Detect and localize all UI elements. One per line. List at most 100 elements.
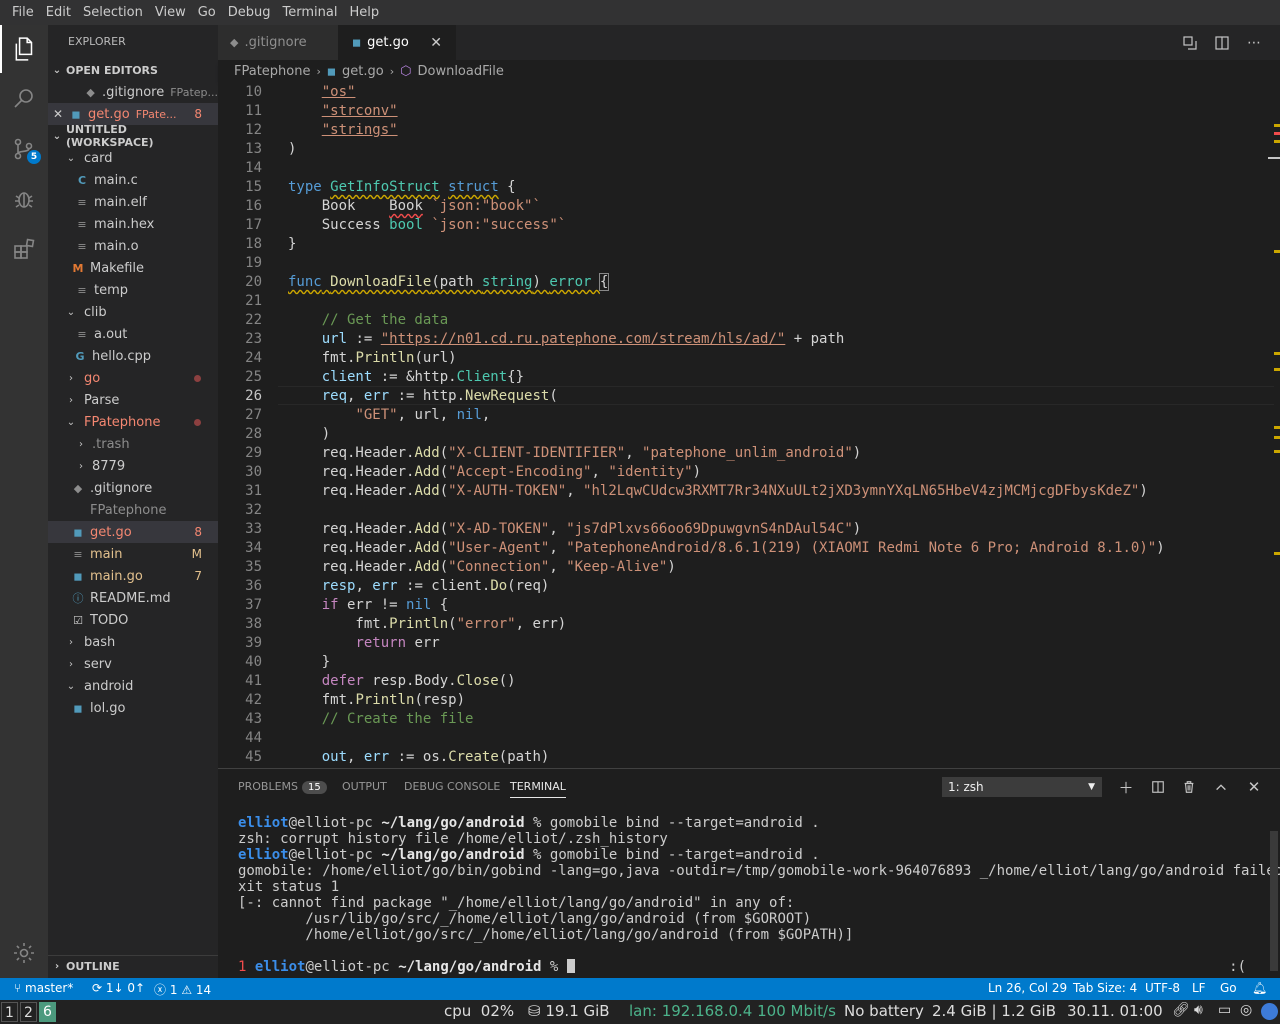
menu-edit[interactable]: Edit bbox=[40, 0, 77, 25]
gitignore-file-icon: ◆ bbox=[73, 481, 83, 495]
tree-file-makefile[interactable]: M Makefile bbox=[48, 257, 218, 279]
breadcrumb-symbol[interactable]: DownloadFile bbox=[417, 64, 503, 79]
tree-folder-clib[interactable]: ⌄ clib bbox=[48, 301, 218, 323]
open-editors-header[interactable]: ⌄ OPEN EDITORS bbox=[48, 59, 218, 81]
update-notifier-icon[interactable] bbox=[1261, 1003, 1278, 1020]
open-editor-gitignore[interactable]: ◆ .gitignore FPatep... bbox=[48, 81, 218, 103]
tree-file-gitignore[interactable]: ◆ .gitignore bbox=[48, 477, 218, 499]
link-icon[interactable]: 🔗︎ bbox=[1172, 1002, 1190, 1018]
cursor-position[interactable]: Ln 26, Col 29 bbox=[988, 981, 1067, 995]
settings-gear-icon[interactable] bbox=[0, 929, 48, 977]
terminal-select[interactable]: 1: zsh ▼ bbox=[942, 777, 1102, 797]
terminal-scrollbar[interactable] bbox=[1270, 831, 1278, 971]
menu-file[interactable]: File bbox=[6, 0, 40, 25]
source-control-icon[interactable]: 5 bbox=[0, 125, 48, 173]
tree-folder-8779[interactable]: › 8779 bbox=[48, 455, 218, 477]
line-number: 45 bbox=[245, 749, 262, 765]
branch-status[interactable]: ⑂ master* bbox=[14, 981, 73, 995]
breadcrumb-folder[interactable]: FPatephone bbox=[234, 64, 310, 79]
code-editor[interactable]: 10 11 12 13 14 15 16 17 18 19 20 21 22 2… bbox=[218, 82, 1280, 768]
tree-folder-go[interactable]: › go bbox=[48, 367, 218, 389]
go-file-icon: ◼ bbox=[73, 569, 83, 583]
tree-folder-card[interactable]: ⌄ card bbox=[48, 147, 218, 169]
explorer-icon[interactable] bbox=[0, 25, 48, 73]
workspace-6[interactable]: 6 bbox=[39, 1002, 56, 1022]
terminal-output[interactable]: elliot@elliot-pc ~/lang/go/android % gom… bbox=[238, 815, 1280, 975]
chevron-down-icon: ⌄ bbox=[66, 680, 76, 692]
line-number: 34 bbox=[245, 540, 262, 556]
tree-folder-parse[interactable]: › Parse bbox=[48, 389, 218, 411]
tree-folder-serv[interactable]: › serv bbox=[48, 653, 218, 675]
tab-gitignore[interactable]: ◆ .gitignore bbox=[218, 25, 338, 60]
menu-terminal[interactable]: Terminal bbox=[277, 0, 344, 25]
menu-view[interactable]: View bbox=[149, 0, 192, 25]
debug-icon[interactable] bbox=[0, 175, 48, 223]
menu-selection[interactable]: Selection bbox=[77, 0, 149, 25]
new-terminal-plus-icon[interactable]: ＋ bbox=[1116, 777, 1136, 797]
scm-badge: 5 bbox=[27, 150, 41, 164]
tab-terminal[interactable]: TERMINAL bbox=[510, 780, 566, 798]
tree-file-main-elf[interactable]: ≡ main.elf bbox=[48, 191, 218, 213]
end-of-line[interactable]: LF bbox=[1192, 981, 1206, 995]
tab-size[interactable]: Tab Size: 4 bbox=[1073, 981, 1137, 995]
sync-status[interactable]: ⟳ 1↓ 0↑ bbox=[92, 981, 145, 995]
tab-output[interactable]: OUTPUT bbox=[342, 780, 387, 793]
more-actions-icon[interactable]: ⋯ bbox=[1244, 33, 1264, 53]
tree-file-readme[interactable]: ⓘ README.md bbox=[48, 587, 218, 609]
open-editor-get-go[interactable]: ✕ ◼ get.go FPate... 8 bbox=[48, 103, 218, 125]
display-icon[interactable]: ▭ bbox=[1218, 1002, 1231, 1018]
code-line: "GET", url, nil, bbox=[355, 407, 491, 423]
close-tab-icon[interactable]: ✕ bbox=[430, 35, 442, 51]
line-number: 12 bbox=[245, 122, 262, 138]
problems-status[interactable]: ⓧ 1 ⚠ 14 bbox=[154, 981, 211, 998]
line-number: 19 bbox=[245, 255, 262, 271]
tree-folder-android[interactable]: ⌄ android bbox=[48, 675, 218, 697]
extensions-icon[interactable] bbox=[0, 225, 48, 273]
menu-help[interactable]: Help bbox=[343, 0, 385, 25]
open-changes-icon[interactable] bbox=[1180, 33, 1200, 53]
encoding[interactable]: UTF-8 bbox=[1145, 981, 1180, 995]
notifications-bell-icon[interactable]: 🔔︎ bbox=[1252, 981, 1267, 995]
workspace-1[interactable]: 1 bbox=[1, 1002, 18, 1022]
tree-folder-fpatephone[interactable]: ⌄ FPatephone bbox=[48, 411, 218, 433]
overview-ruler[interactable] bbox=[1266, 82, 1280, 768]
menu-debug[interactable]: Debug bbox=[222, 0, 277, 25]
split-terminal-icon[interactable] bbox=[1148, 777, 1168, 797]
tree-file-todo[interactable]: ☑ TODO bbox=[48, 609, 218, 631]
maximize-panel-chevron-up-icon[interactable] bbox=[1211, 777, 1231, 797]
tree-file-hello-cpp[interactable]: Ghello.cpp bbox=[48, 345, 218, 367]
workspace-2[interactable]: 2 bbox=[20, 1002, 37, 1022]
code-line: "os" bbox=[321, 84, 356, 100]
split-editor-icon[interactable] bbox=[1212, 33, 1232, 53]
tree-file-fpatephone[interactable]: FPatephone bbox=[48, 499, 218, 521]
chevron-right-icon: › bbox=[54, 961, 60, 972]
tree-file-lol-go[interactable]: ◼ lol.go bbox=[48, 697, 218, 719]
tree-file-temp[interactable]: ≡ temp bbox=[48, 279, 218, 301]
network-icon[interactable]: ◎ bbox=[1240, 1002, 1252, 1018]
tab-get-go[interactable]: ◼ get.go ✕ bbox=[338, 25, 456, 60]
tree-folder-trash[interactable]: › .trash bbox=[48, 433, 218, 455]
outline-header[interactable]: › OUTLINE bbox=[48, 955, 218, 977]
tree-file-main-go[interactable]: ◼ main.go 7 bbox=[48, 565, 218, 587]
volume-icon[interactable]: 🔊︎ bbox=[1194, 1002, 1203, 1018]
close-icon[interactable]: ✕ bbox=[48, 107, 68, 121]
tree-file-main-hex[interactable]: ≡ main.hex bbox=[48, 213, 218, 235]
tree-file-get-go[interactable]: ◼ get.go 8 bbox=[48, 521, 218, 543]
breadcrumb-file[interactable]: get.go bbox=[342, 64, 384, 79]
tab-problems[interactable]: PROBLEMS 15 bbox=[238, 780, 327, 794]
language-mode[interactable]: Go bbox=[1220, 981, 1237, 995]
tree-file-a-out[interactable]: ≡ a.out bbox=[48, 323, 218, 345]
line-number: 18 bbox=[245, 236, 262, 252]
close-panel-icon[interactable]: ✕ bbox=[1244, 777, 1264, 797]
tree-file-main-o[interactable]: ≡ main.o bbox=[48, 235, 218, 257]
tab-debug-console[interactable]: DEBUG CONSOLE bbox=[404, 780, 500, 793]
workspace-header[interactable]: ⌄ UNTITLED (WORKSPACE) bbox=[48, 123, 218, 149]
trash-icon[interactable] bbox=[1179, 777, 1199, 797]
tree-label: TODO bbox=[90, 612, 129, 628]
search-icon[interactable] bbox=[0, 75, 48, 123]
tree-folder-bash[interactable]: › bash bbox=[48, 631, 218, 653]
menu-go[interactable]: Go bbox=[192, 0, 222, 25]
go-file-icon: ◼ bbox=[71, 107, 81, 121]
tree-file-main-c[interactable]: Cmain.c bbox=[48, 169, 218, 191]
tree-file-main[interactable]: ≡ main M bbox=[48, 543, 218, 565]
